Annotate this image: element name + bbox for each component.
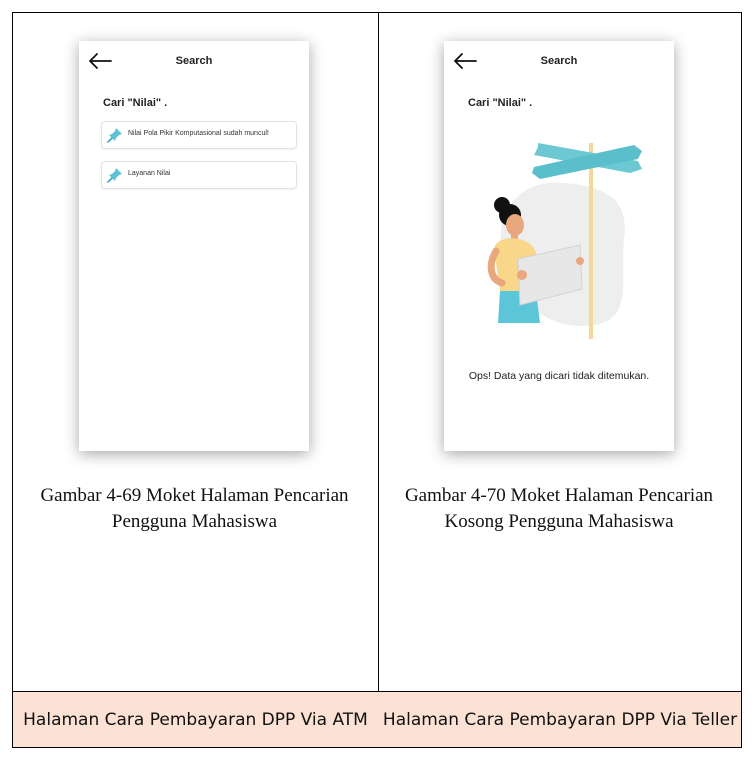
search-result-label: Layanan Nilai bbox=[128, 170, 171, 177]
search-result-label: Nilai Pola Pikir Komputasional sudah mun… bbox=[128, 130, 269, 137]
figure-caption-right: Gambar 4-70 Moket Halaman Pencarian Koso… bbox=[404, 485, 714, 532]
footer-row: Halaman Cara Pembayaran DPP Via ATM Hala… bbox=[13, 691, 741, 747]
figure-caption-left: Gambar 4-69 Moket Halaman Pencarian Peng… bbox=[40, 485, 349, 532]
pin-icon bbox=[107, 168, 122, 183]
search-results-mockup: Search Cari "Nilai" . Nilai Pola Pikir K… bbox=[79, 41, 309, 451]
page-title: Search bbox=[175, 55, 213, 67]
search-result-item[interactable]: Nilai Pola Pikir Komputasional sudah mun… bbox=[101, 121, 297, 149]
empty-search-mockup: Search Cari "Nilai" . Ops! Data yang dic… bbox=[444, 41, 674, 451]
search-query-text: Cari "Nilai" . bbox=[468, 97, 533, 109]
footer-cell-left: Halaman Cara Pembayaran DPP Via ATM bbox=[23, 709, 368, 730]
search-result-item[interactable]: Layanan Nilai bbox=[101, 161, 297, 189]
search-query-text: Cari "Nilai" . bbox=[103, 97, 168, 109]
page-title: Search bbox=[540, 55, 578, 67]
column-divider bbox=[378, 13, 379, 747]
footer-cell-right: Halaman Cara Pembayaran DPP Via Teller bbox=[382, 709, 738, 730]
person-holding-map-illustration bbox=[487, 143, 642, 339]
pin-icon bbox=[107, 128, 122, 143]
empty-state-message: Ops! Data yang dicari tidak ditemukan. bbox=[468, 370, 650, 382]
